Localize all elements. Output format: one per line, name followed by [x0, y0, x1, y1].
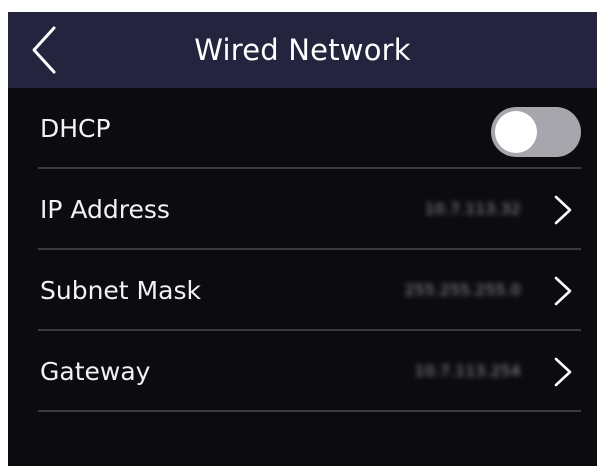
ip-address-row[interactable]: IP Address 10.7.113.32 [38, 169, 581, 250]
subnet-mask-value: 255.255.255.0 [404, 281, 521, 299]
dhcp-row: DHCP [38, 88, 581, 169]
chevron-right-icon [554, 276, 572, 306]
gateway-row[interactable]: Gateway 10.7.113.254 [38, 331, 581, 412]
toggle-knob [495, 111, 537, 153]
dhcp-toggle[interactable] [491, 107, 581, 157]
gateway-value: 10.7.113.254 [414, 362, 521, 380]
ip-address-label: IP Address [40, 195, 170, 224]
gateway-label: Gateway [40, 357, 151, 386]
chevron-right-icon [554, 357, 572, 387]
ip-address-value: 10.7.113.32 [424, 200, 521, 218]
subnet-mask-row[interactable]: Subnet Mask 255.255.255.0 [38, 250, 581, 331]
subnet-mask-label: Subnet Mask [40, 276, 201, 305]
chevron-right-icon [554, 195, 572, 225]
device-screen: Wired Network DHCP IP Address 10.7.113.3… [8, 12, 597, 466]
header-bar: Wired Network [8, 12, 597, 88]
dhcp-label: DHCP [40, 114, 111, 143]
page-title: Wired Network [194, 33, 411, 67]
